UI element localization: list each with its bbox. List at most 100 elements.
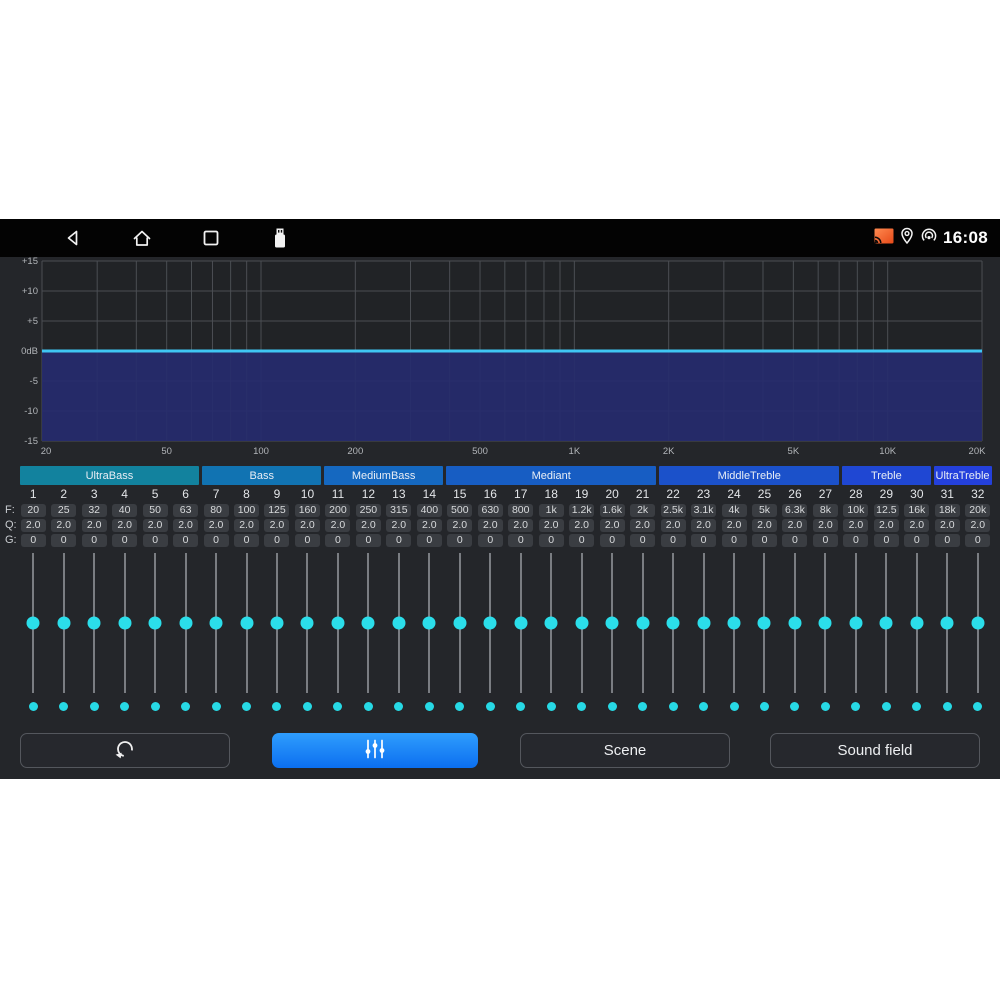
slider-thumb[interactable]: [514, 617, 527, 630]
q-value-box[interactable]: 2.0: [356, 519, 381, 532]
gain-value-box[interactable]: 0: [112, 534, 137, 547]
gain-value-box[interactable]: 0: [752, 534, 777, 547]
gain-value-box[interactable]: 0: [478, 534, 503, 547]
freq-value-box[interactable]: 2.5k: [661, 504, 686, 517]
gain-slider-band-24[interactable]: [719, 553, 749, 693]
q-value-box[interactable]: 2.0: [82, 519, 107, 532]
gain-slider-band-7[interactable]: [201, 553, 231, 693]
gain-slider-band-15[interactable]: [445, 553, 475, 693]
slider-thumb[interactable]: [819, 617, 832, 630]
gain-slider-band-22[interactable]: [658, 553, 688, 693]
gain-value-box[interactable]: 0: [813, 534, 838, 547]
slider-thumb[interactable]: [392, 617, 405, 630]
gain-slider-band-25[interactable]: [749, 553, 779, 693]
freq-value-box[interactable]: 20k: [965, 504, 990, 517]
q-value-box[interactable]: 2.0: [112, 519, 137, 532]
slider-thumb[interactable]: [240, 617, 253, 630]
gain-value-box[interactable]: 0: [661, 534, 686, 547]
gain-value-box[interactable]: 0: [234, 534, 259, 547]
gain-slider-band-8[interactable]: [231, 553, 261, 693]
slider-thumb[interactable]: [667, 617, 680, 630]
gain-value-box[interactable]: 0: [874, 534, 899, 547]
gain-slider-band-26[interactable]: [780, 553, 810, 693]
slider-thumb[interactable]: [880, 617, 893, 630]
slider-thumb[interactable]: [849, 617, 862, 630]
gain-value-box[interactable]: 0: [295, 534, 320, 547]
gain-value-box[interactable]: 0: [173, 534, 198, 547]
gain-value-box[interactable]: 0: [21, 534, 46, 547]
freq-value-box[interactable]: 315: [386, 504, 411, 517]
gain-value-box[interactable]: 0: [722, 534, 747, 547]
slider-thumb[interactable]: [697, 617, 710, 630]
slider-thumb[interactable]: [941, 617, 954, 630]
slider-thumb[interactable]: [301, 617, 314, 630]
q-value-box[interactable]: 2.0: [935, 519, 960, 532]
back-icon[interactable]: [62, 226, 84, 250]
home-icon[interactable]: [131, 226, 153, 250]
slider-thumb[interactable]: [118, 617, 131, 630]
slider-thumb[interactable]: [575, 617, 588, 630]
slider-thumb[interactable]: [362, 617, 375, 630]
gain-slider-band-4[interactable]: [109, 553, 139, 693]
q-value-box[interactable]: 2.0: [539, 519, 564, 532]
gain-slider-band-3[interactable]: [79, 553, 109, 693]
freq-value-box[interactable]: 4k: [722, 504, 747, 517]
gain-slider-band-17[interactable]: [506, 553, 536, 693]
gain-slider-band-2[interactable]: [48, 553, 78, 693]
q-value-box[interactable]: 2.0: [965, 519, 990, 532]
freq-value-box[interactable]: 10k: [843, 504, 868, 517]
freq-value-box[interactable]: 12.5: [874, 504, 899, 517]
q-value-box[interactable]: 2.0: [569, 519, 594, 532]
gain-value-box[interactable]: 0: [508, 534, 533, 547]
gain-slider-band-9[interactable]: [262, 553, 292, 693]
gain-value-box[interactable]: 0: [143, 534, 168, 547]
slider-thumb[interactable]: [57, 617, 70, 630]
gain-value-box[interactable]: 0: [82, 534, 107, 547]
q-value-box[interactable]: 2.0: [661, 519, 686, 532]
q-value-box[interactable]: 2.0: [782, 519, 807, 532]
gain-slider-band-19[interactable]: [566, 553, 596, 693]
q-value-box[interactable]: 2.0: [173, 519, 198, 532]
freq-value-box[interactable]: 1.2k: [569, 504, 594, 517]
gain-slider-band-28[interactable]: [841, 553, 871, 693]
slider-thumb[interactable]: [331, 617, 344, 630]
gain-value-box[interactable]: 0: [782, 534, 807, 547]
gain-slider-band-1[interactable]: [18, 553, 48, 693]
gain-value-box[interactable]: 0: [691, 534, 716, 547]
q-value-box[interactable]: 2.0: [204, 519, 229, 532]
slider-thumb[interactable]: [971, 617, 984, 630]
gain-slider-band-12[interactable]: [353, 553, 383, 693]
gain-slider-band-16[interactable]: [475, 553, 505, 693]
freq-value-box[interactable]: 200: [325, 504, 350, 517]
freq-value-box[interactable]: 32: [82, 504, 107, 517]
gain-slider-band-27[interactable]: [810, 553, 840, 693]
freq-value-box[interactable]: 5k: [752, 504, 777, 517]
slider-thumb[interactable]: [758, 617, 771, 630]
q-value-box[interactable]: 2.0: [874, 519, 899, 532]
slider-thumb[interactable]: [423, 617, 436, 630]
q-value-box[interactable]: 2.0: [508, 519, 533, 532]
usb-icon[interactable]: [269, 226, 291, 250]
gain-value-box[interactable]: 0: [204, 534, 229, 547]
q-value-box[interactable]: 2.0: [21, 519, 46, 532]
gain-slider-band-6[interactable]: [170, 553, 200, 693]
freq-value-box[interactable]: 25: [51, 504, 76, 517]
q-value-box[interactable]: 2.0: [386, 519, 411, 532]
slider-thumb[interactable]: [88, 617, 101, 630]
gain-slider-band-23[interactable]: [688, 553, 718, 693]
freq-value-box[interactable]: 125: [264, 504, 289, 517]
gain-value-box[interactable]: 0: [386, 534, 411, 547]
slider-thumb[interactable]: [788, 617, 801, 630]
q-value-box[interactable]: 2.0: [295, 519, 320, 532]
q-value-box[interactable]: 2.0: [417, 519, 442, 532]
gain-value-box[interactable]: 0: [904, 534, 929, 547]
equalizer-tab-button[interactable]: [272, 733, 478, 768]
q-value-box[interactable]: 2.0: [843, 519, 868, 532]
q-value-box[interactable]: 2.0: [600, 519, 625, 532]
freq-value-box[interactable]: 160: [295, 504, 320, 517]
gain-slider-band-31[interactable]: [932, 553, 962, 693]
slider-thumb[interactable]: [484, 617, 497, 630]
gain-value-box[interactable]: 0: [51, 534, 76, 547]
freq-value-box[interactable]: 80: [204, 504, 229, 517]
gain-slider-band-14[interactable]: [414, 553, 444, 693]
